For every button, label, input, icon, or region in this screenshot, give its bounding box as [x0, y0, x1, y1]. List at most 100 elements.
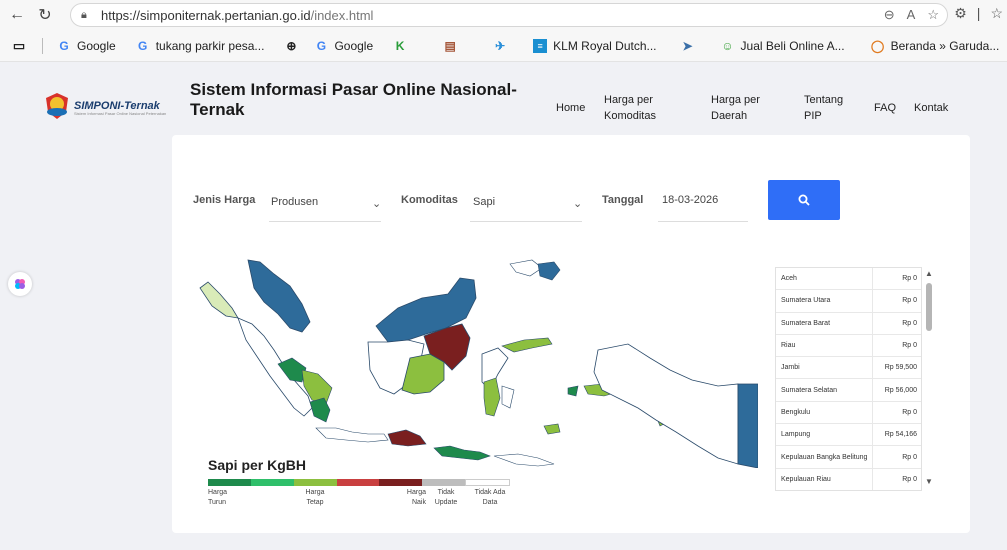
bookmark-item[interactable]: ◯ Beranda » Garuda... [870, 38, 1000, 53]
favorites-icon[interactable]: ☆ [990, 5, 1003, 22]
url-path: /index.html [310, 7, 374, 23]
bookmark-label: Google [334, 38, 374, 53]
scroll-thumb[interactable] [926, 283, 932, 331]
chevron-down-icon[interactable]: ⌄ [372, 197, 381, 210]
field-underline [470, 221, 582, 222]
zoom-icon[interactable]: ⊖ [884, 7, 895, 23]
garuda-icon: ◯ [870, 38, 885, 53]
region-sulawesi-tengah[interactable] [543, 423, 561, 435]
favorite-star-icon[interactable]: ☆ [927, 7, 939, 23]
province-cell: Bengkulu [776, 401, 873, 424]
table-row[interactable]: Sumatera Utara Rp 0 [776, 290, 921, 313]
table-row[interactable]: Bengkulu Rp 0 [776, 401, 921, 425]
region-maluku-utara-island[interactable] [537, 261, 561, 281]
region-seram[interactable] [567, 385, 579, 397]
table-row[interactable]: Kepulauan Bangka Belitung Rp 0 [776, 446, 921, 469]
klm-icon: ≡ [533, 38, 548, 53]
bookmark-item[interactable]: ≡ KLM Royal Dutch... [533, 38, 657, 53]
nav-faq[interactable]: FAQ [874, 100, 896, 116]
region-papua-barat[interactable] [593, 343, 739, 465]
price-cell: Rp 0 [902, 319, 917, 327]
nav-harga-komoditas[interactable]: Harga per Komoditas [604, 92, 674, 124]
legend-label-tetap: Harga Tetap [305, 489, 325, 506]
field-underline [269, 221, 381, 222]
province-cell: Sumatera Utara [776, 290, 873, 312]
scroll-up-icon[interactable]: ▲ [925, 269, 933, 278]
legend-label-naik: Harga Naik [406, 489, 426, 506]
region-bali-nusa[interactable] [433, 445, 491, 461]
province-cell: Riau [776, 334, 873, 357]
nav-tentang[interactable]: Tentang PIP [804, 92, 849, 124]
search-icon [798, 194, 810, 206]
price-cell: Rp 0 [902, 475, 917, 483]
legend-swatch-4 [336, 479, 380, 486]
region-sumatera-utara[interactable] [247, 259, 311, 333]
address-bar[interactable]: 🔒︎ https://simponiternak.pertanian.go.id… [70, 3, 948, 27]
bookmark-item[interactable]: ✈ [493, 39, 513, 53]
region-jawa-timur[interactable] [387, 429, 427, 447]
price-cell: Rp 0 [902, 453, 917, 461]
split-icon[interactable]: | [977, 5, 981, 22]
reload-icon[interactable]: ↻ [34, 4, 56, 26]
bookmark-item[interactable]: Gtukang parkir pesa... [136, 39, 264, 53]
region-maluku-utara[interactable] [509, 259, 543, 277]
region-sulawesi-selatan[interactable] [483, 377, 501, 417]
tab-actions-icon[interactable]: ▭ [12, 38, 32, 53]
scroll-down-icon[interactable]: ▼ [925, 477, 933, 486]
region-papua[interactable] [737, 383, 758, 468]
bookmark-label: KLM Royal Dutch... [553, 38, 657, 53]
table-row[interactable]: Sumatera Barat Rp 0 [776, 312, 921, 335]
bookmark-label: Beranda » Garuda... [890, 38, 1000, 53]
komoditas-select[interactable]: Sapi [473, 196, 495, 208]
region-banten[interactable] [315, 427, 389, 443]
nav-harga-daerah[interactable]: Harga per Daerah [711, 92, 771, 124]
legend-swatch-2 [250, 479, 294, 486]
region-sulawesi-utara[interactable] [501, 337, 553, 353]
bookmark-item[interactable]: ⊕ [284, 39, 304, 53]
chevron-down-icon[interactable]: ⌄ [573, 197, 582, 210]
table-row[interactable]: Kepulauan Riau Rp 0 [776, 468, 921, 490]
bird-icon: ✈ [495, 38, 506, 53]
bookmark-item[interactable]: K [393, 39, 413, 53]
legend-swatch-7 [465, 479, 511, 486]
table-row[interactable]: Lampung Rp 54,166 [776, 424, 921, 447]
search-button[interactable] [768, 180, 840, 220]
assistant-bubble-icon[interactable] [8, 272, 32, 296]
indonesia-map[interactable] [198, 258, 758, 468]
table-row[interactable]: Aceh Rp 0 [776, 268, 921, 291]
bookmark-item[interactable]: G Google [314, 39, 373, 53]
price-table[interactable]: Aceh Rp 0 Sumatera Utara Rp 0 Sumatera Bar… [775, 267, 922, 491]
region-sulawesi-tenggara[interactable] [501, 385, 515, 409]
bookmark-item[interactable]: ▤ [443, 39, 463, 53]
region-ntt[interactable] [493, 453, 555, 467]
legend-swatch-5 [379, 479, 423, 486]
table-row[interactable]: Jambi Rp 59,500 [776, 357, 921, 380]
bookmark-item[interactable]: G Google [57, 39, 115, 53]
region-aceh[interactable] [199, 281, 239, 319]
field-underline [658, 221, 748, 222]
k-icon: K [395, 38, 405, 53]
nav-home[interactable]: Home [556, 100, 585, 116]
tanggal-input[interactable]: 18-03-2026 [662, 194, 718, 206]
legend-title: Sapi per KgBH [208, 457, 307, 473]
table-scrollbar[interactable]: ▲ ▼ [924, 267, 934, 491]
bookmark-item[interactable]: ➤ [681, 39, 701, 53]
legend-swatch-6 [422, 479, 466, 486]
komoditas-label: Komoditas [401, 194, 458, 206]
legend-label-turun: Harga Turun [208, 489, 228, 506]
jenis-harga-select[interactable]: Produsen [271, 196, 318, 208]
nav-kontak[interactable]: Kontak [914, 100, 948, 116]
province-cell: Aceh [776, 268, 873, 290]
lock-icon[interactable]: 🔒︎ [81, 9, 93, 21]
province-cell: Sumatera Barat [776, 312, 873, 334]
table-row[interactable]: Riau Rp 0 [776, 334, 921, 358]
page: SIMPONI-Ternak Sistem Informasi Pasar On… [0, 62, 1007, 550]
price-cell: Rp 59,500 [884, 364, 917, 372]
back-icon[interactable]: ← [6, 4, 28, 26]
extensions-icon[interactable]: ⚙ [954, 5, 967, 22]
read-aloud-icon[interactable]: A [907, 7, 916, 23]
site-logo[interactable]: SIMPONI-Ternak Sistem Informasi Pasar On… [44, 92, 166, 120]
table-row[interactable]: Sumatera Selatan Rp 56,000 [776, 379, 921, 402]
legend-color-bar [208, 479, 511, 486]
bookmark-item[interactable]: ☺ Jual Beli Online A... [721, 39, 844, 53]
